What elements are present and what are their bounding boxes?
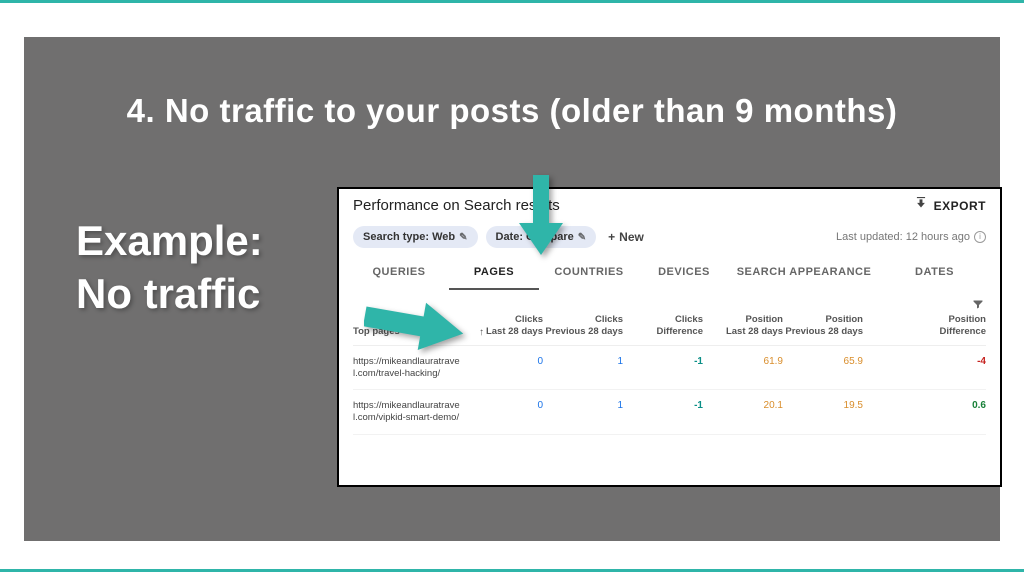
tab-pages[interactable]: PAGES bbox=[449, 256, 539, 290]
tab-countries[interactable]: COUNTRIES bbox=[539, 256, 639, 290]
th-pos-prev-28[interactable]: Position Previous 28 days bbox=[783, 314, 863, 339]
th-pos-last-28[interactable]: Position Last 28 days bbox=[703, 314, 783, 339]
annotation-arrow-down-icon bbox=[519, 175, 563, 260]
filter-bar: Search type: Web ✎ Date: Compare ✎ + New… bbox=[339, 218, 1000, 256]
filter-chip-search-type[interactable]: Search type: Web ✎ bbox=[353, 226, 478, 248]
pencil-icon: ✎ bbox=[578, 232, 586, 243]
th-line2: Last 28 days bbox=[703, 326, 783, 338]
example-line2: No traffic bbox=[76, 268, 263, 321]
cell-clicks-l28: 0 bbox=[463, 400, 543, 411]
info-icon: i bbox=[974, 231, 986, 243]
th-pos-diff[interactable]: Position Difference bbox=[863, 314, 986, 339]
tab-devices[interactable]: DEVICES bbox=[639, 256, 729, 290]
example-label: Example: No traffic bbox=[76, 215, 263, 320]
plus-icon: + bbox=[608, 230, 615, 244]
cell-url: https://mikeandlauratravel.com/vipkid-sm… bbox=[353, 400, 463, 424]
slide-background: 4. No traffic to your posts (older than … bbox=[24, 37, 1000, 541]
th-line2: Previous 28 days bbox=[543, 326, 623, 338]
export-label: EXPORT bbox=[934, 199, 986, 213]
cell-pos-diff: 0.6 bbox=[863, 400, 986, 411]
panel-header: Performance on Search results EXPORT bbox=[339, 189, 1000, 218]
th-line1: Position bbox=[783, 314, 863, 326]
th-line1: Position bbox=[863, 314, 986, 326]
th-clicks-last-28[interactable]: ↑ Clicks Last 28 days bbox=[463, 314, 543, 339]
cell-clicks-p28: 1 bbox=[543, 400, 623, 411]
tab-search-appearance[interactable]: SEARCH APPEARANCE bbox=[729, 256, 879, 290]
th-line2: Previous 28 days bbox=[783, 326, 863, 338]
tab-dates[interactable]: DATES bbox=[879, 256, 990, 290]
cell-clicks-p28: 1 bbox=[543, 356, 623, 367]
sort-arrow-up-icon: ↑ bbox=[479, 326, 484, 339]
annotation-arrow-right-icon bbox=[364, 297, 464, 358]
cell-pos-l28: 20.1 bbox=[703, 400, 783, 411]
cell-pos-l28: 61.9 bbox=[703, 356, 783, 367]
chip-label: Search type: Web bbox=[363, 231, 455, 243]
cell-clicks-diff: -1 bbox=[623, 400, 703, 411]
last-updated: Last updated: 12 hours ago i bbox=[836, 231, 986, 243]
th-line1: Clicks bbox=[623, 314, 703, 326]
cell-pos-p28: 19.5 bbox=[783, 400, 863, 411]
add-filter-button[interactable]: + New bbox=[608, 230, 644, 244]
th-line1: Position bbox=[703, 314, 783, 326]
cell-pos-p28: 65.9 bbox=[783, 356, 863, 367]
example-line1: Example: bbox=[76, 215, 263, 268]
th-line2: Difference bbox=[623, 326, 703, 338]
tabs: QUERIES PAGES COUNTRIES DEVICES SEARCH A… bbox=[339, 256, 1000, 290]
th-line1: Clicks bbox=[543, 314, 623, 326]
slide-frame: 4. No traffic to your posts (older than … bbox=[0, 0, 1024, 572]
slide-title: 4. No traffic to your posts (older than … bbox=[24, 92, 1000, 130]
tab-queries[interactable]: QUERIES bbox=[349, 256, 449, 290]
pencil-icon: ✎ bbox=[459, 232, 467, 243]
cell-clicks-diff: -1 bbox=[623, 356, 703, 367]
filter-icon bbox=[970, 298, 986, 310]
th-clicks-diff[interactable]: Clicks Difference bbox=[623, 314, 703, 339]
th-line2: Last 28 days bbox=[486, 326, 543, 338]
table-row[interactable]: https://mikeandlauratravel.com/vipkid-sm… bbox=[353, 390, 986, 435]
th-clicks-prev-28[interactable]: Clicks Previous 28 days bbox=[543, 314, 623, 339]
th-line1: Clicks bbox=[486, 314, 543, 326]
cell-clicks-l28: 0 bbox=[463, 356, 543, 367]
cell-url: https://mikeandlauratravel.com/travel-ha… bbox=[353, 356, 463, 380]
export-button[interactable]: EXPORT bbox=[914, 197, 986, 214]
last-updated-text: Last updated: 12 hours ago bbox=[836, 231, 970, 243]
cell-pos-diff: -4 bbox=[863, 356, 986, 367]
download-icon bbox=[914, 197, 928, 214]
th-line2: Difference bbox=[863, 326, 986, 338]
new-filter-label: New bbox=[619, 230, 644, 244]
